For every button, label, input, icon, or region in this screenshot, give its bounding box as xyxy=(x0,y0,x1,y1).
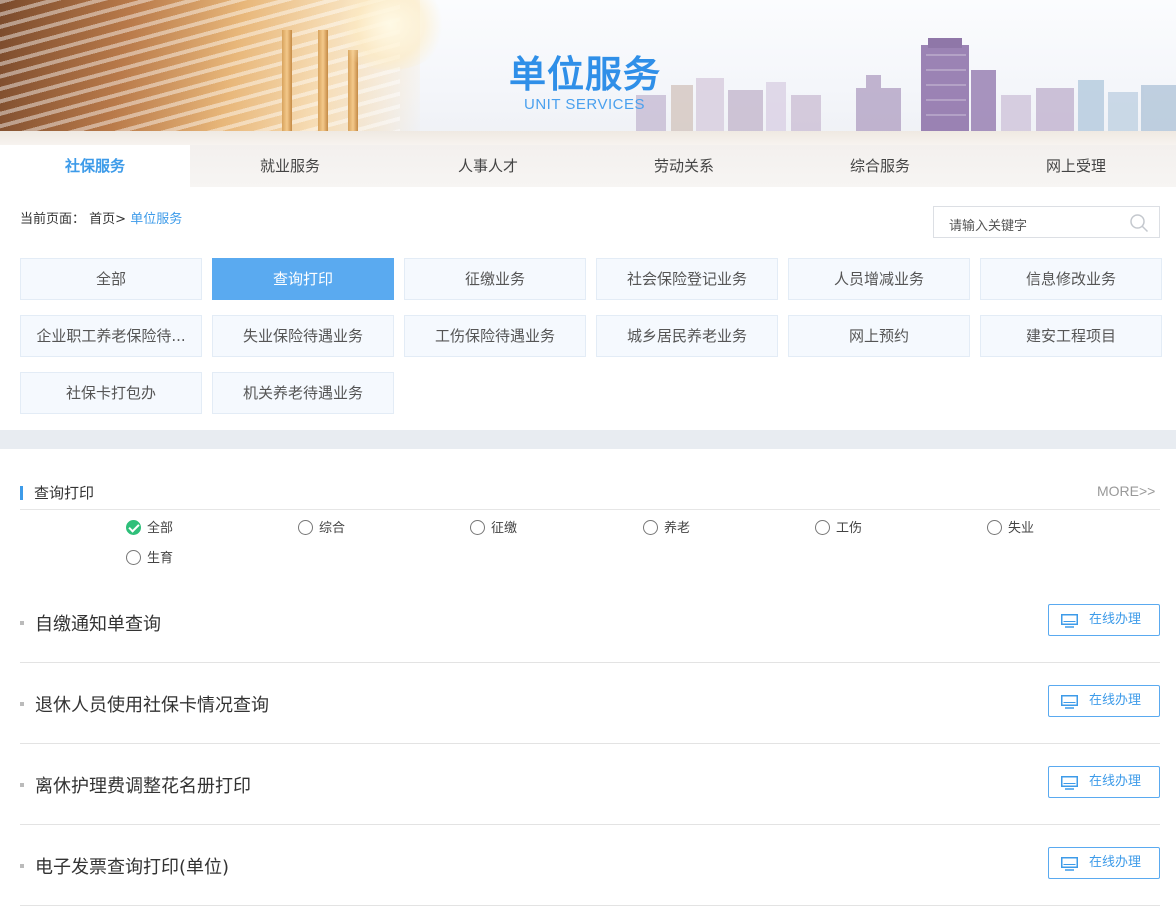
category-institution-pension[interactable]: 机关养老待遇业务 xyxy=(212,372,394,414)
category-online-booking[interactable]: 网上预约 xyxy=(788,315,970,357)
nav-tab-online-acceptance[interactable]: 网上受理 xyxy=(978,145,1174,187)
category-construction[interactable]: 建安工程项目 xyxy=(980,315,1162,357)
filter-label: 失业 xyxy=(1008,521,1035,536)
nav-tab-employment[interactable]: 就业服务 xyxy=(190,145,390,187)
breadcrumb-current: 单位服务 xyxy=(130,212,183,227)
main-nav: 社保服务 就业服务 人事人才 劳动关系 综合服务 网上受理 xyxy=(0,145,1176,187)
category-resident-pension[interactable]: 城乡居民养老业务 xyxy=(596,315,778,357)
online-handle-label: 在线办理 xyxy=(1089,612,1142,627)
breadcrumb-home-link[interactable]: 首页> xyxy=(89,212,126,227)
online-handle-label: 在线办理 xyxy=(1089,774,1142,789)
online-handle-label: 在线办理 xyxy=(1089,855,1142,870)
radio-icon xyxy=(987,520,1002,535)
online-handle-button[interactable]: 在线办理 xyxy=(1048,766,1160,798)
monitor-icon xyxy=(1061,695,1078,709)
filter-label: 综合 xyxy=(319,521,346,536)
list-item: 离休护理费调整花名册打印 在线办理 xyxy=(20,744,1160,825)
online-handle-button[interactable]: 在线办理 xyxy=(1048,847,1160,879)
nav-tab-labor-relations[interactable]: 劳动关系 xyxy=(586,145,782,187)
radio-checked-icon xyxy=(126,520,141,535)
filter-radio-all[interactable]: 全部 xyxy=(126,520,173,538)
list-item-title[interactable]: 离休护理费调整花名册打印 xyxy=(35,772,251,798)
category-enterprise-pension[interactable]: 企业职工养老保险待... xyxy=(20,315,202,357)
category-unemployment[interactable]: 失业保险待遇业务 xyxy=(212,315,394,357)
online-handle-button[interactable]: 在线办理 xyxy=(1048,604,1160,636)
filter-label: 征缴 xyxy=(491,521,518,536)
category-info-modify[interactable]: 信息修改业务 xyxy=(980,258,1162,300)
page-subtitle: UNIT SERVICES xyxy=(524,96,645,113)
radio-icon xyxy=(126,550,141,565)
breadcrumb-prefix: 当前页面： xyxy=(20,212,86,227)
search-input[interactable]: 请输入关键字 xyxy=(933,206,1160,238)
category-insurance-registration[interactable]: 社会保险登记业务 xyxy=(596,258,778,300)
header-banner: 单位服务 UNIT SERVICES xyxy=(0,0,1176,145)
radio-icon xyxy=(643,520,658,535)
monitor-icon xyxy=(1061,776,1078,790)
category-work-injury[interactable]: 工伤保险待遇业务 xyxy=(404,315,586,357)
banner-floor xyxy=(0,131,1176,145)
section-title-line xyxy=(20,509,1160,510)
filter-label: 工伤 xyxy=(836,521,863,536)
filter-radio-maternity[interactable]: 生育 xyxy=(126,550,173,568)
category-staff-change[interactable]: 人员增减业务 xyxy=(788,258,970,300)
section-title-marker xyxy=(20,486,23,500)
list-item-title[interactable]: 退休人员使用社保卡情况查询 xyxy=(35,691,269,717)
more-link[interactable]: MORE>> xyxy=(1097,483,1155,499)
banner-pillar xyxy=(282,30,292,145)
list-item: 退休人员使用社保卡情况查询 在线办理 xyxy=(20,663,1160,744)
radio-icon xyxy=(298,520,313,535)
banner-city-skyline xyxy=(636,38,1176,135)
filter-radio-unemployment[interactable]: 失业 xyxy=(987,520,1034,538)
nav-tab-social-insurance[interactable]: 社保服务 xyxy=(0,145,190,187)
bullet-icon xyxy=(20,621,24,625)
filter-radio-injury[interactable]: 工伤 xyxy=(815,520,862,538)
section-divider xyxy=(0,430,1176,449)
section-title: 查询打印 xyxy=(34,484,95,502)
category-social-card[interactable]: 社保卡打包办 xyxy=(20,372,202,414)
category-collection[interactable]: 征缴业务 xyxy=(404,258,586,300)
category-all[interactable]: 全部 xyxy=(20,258,202,300)
bullet-icon xyxy=(20,702,24,706)
bullet-icon xyxy=(20,783,24,787)
banner-pillar xyxy=(318,30,328,145)
nav-tab-comprehensive[interactable]: 综合服务 xyxy=(782,145,978,187)
monitor-icon xyxy=(1061,614,1078,628)
page-title: 单位服务 xyxy=(509,53,661,96)
filter-label: 生育 xyxy=(147,551,174,566)
nav-tab-personnel[interactable]: 人事人才 xyxy=(390,145,586,187)
filter-radio-collection[interactable]: 征缴 xyxy=(470,520,517,538)
online-handle-button[interactable]: 在线办理 xyxy=(1048,685,1160,717)
list-item-title[interactable]: 自缴通知单查询 xyxy=(35,610,161,636)
list-item: 电子发票查询打印(单位) 在线办理 xyxy=(20,825,1160,906)
search-icon[interactable] xyxy=(1129,213,1149,233)
online-handle-label: 在线办理 xyxy=(1089,693,1142,708)
radio-icon xyxy=(470,520,485,535)
breadcrumb: 当前页面： 首页> 单位服务 xyxy=(20,208,182,227)
search-placeholder: 请输入关键字 xyxy=(949,219,1028,234)
category-query-print[interactable]: 查询打印 xyxy=(212,258,394,300)
filter-label: 养老 xyxy=(664,521,691,536)
filter-radio-comprehensive[interactable]: 综合 xyxy=(298,520,345,538)
filter-label: 全部 xyxy=(147,521,174,536)
radio-icon xyxy=(815,520,830,535)
list-item-title[interactable]: 电子发票查询打印(单位) xyxy=(35,853,229,879)
list-item: 自缴通知单查询 在线办理 xyxy=(20,582,1160,663)
filter-radio-pension[interactable]: 养老 xyxy=(643,520,690,538)
bullet-icon xyxy=(20,864,24,868)
monitor-icon xyxy=(1061,857,1078,871)
